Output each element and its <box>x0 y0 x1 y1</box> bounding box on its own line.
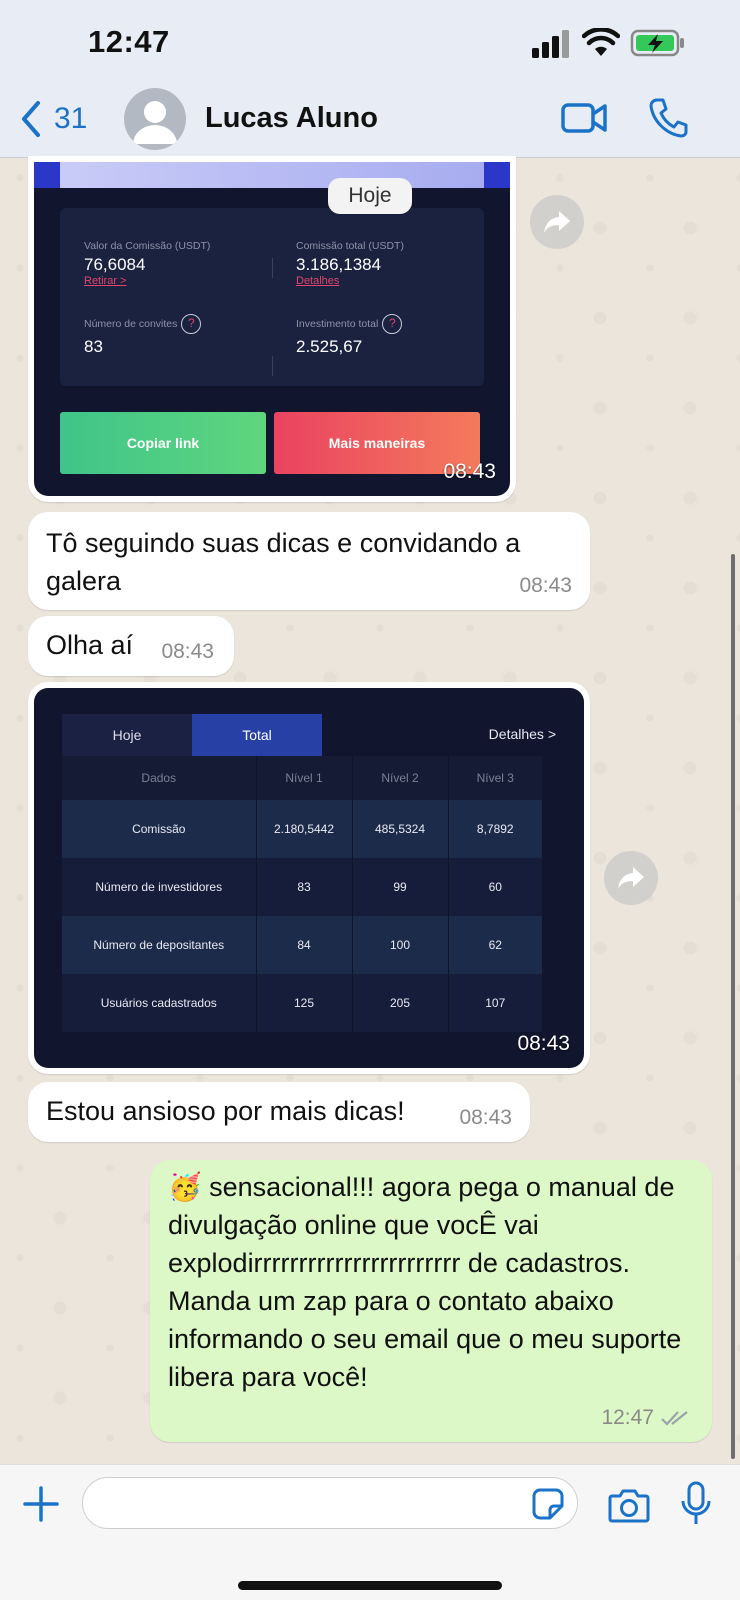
image-message[interactable]: Valor da Comissão (USDT) 76,6084 Retirar… <box>28 156 516 502</box>
column-header: Nível 3 <box>448 756 542 800</box>
column-header: Nível 2 <box>352 756 449 800</box>
withdraw-link: Retirar > <box>84 275 127 287</box>
phone-call-icon[interactable] <box>648 96 688 138</box>
table-cell: Número de depositantes <box>62 916 257 974</box>
message-text: sensacional!!! agora pega o manual de di… <box>168 1172 682 1392</box>
chevron-left-icon <box>22 101 40 137</box>
share-arrow-icon <box>544 211 570 233</box>
table-cell: 485,5324 <box>352 800 449 858</box>
message-time: 12:47 <box>601 1406 654 1429</box>
invites-label: Número de convites <box>84 317 178 330</box>
outgoing-message[interactable]: 🥳 sensacional!!! agora pega o manual de … <box>150 1160 712 1442</box>
screenshot-top-image <box>60 162 484 188</box>
message-time: 08:43 <box>459 1106 512 1129</box>
column-header: Nível 1 <box>256 756 353 800</box>
details-link: Detalhes <box>296 275 340 287</box>
share-arrow-icon <box>618 867 644 889</box>
video-call-icon[interactable] <box>560 100 608 136</box>
double-check-icon <box>661 1411 688 1426</box>
camera-icon[interactable] <box>608 1487 650 1523</box>
wifi-icon <box>582 28 620 56</box>
incoming-message[interactable]: Olha aí 08:43 <box>28 616 234 676</box>
back-button[interactable]: 31 <box>20 100 87 138</box>
plus-icon[interactable] <box>22 1485 60 1523</box>
person-icon <box>133 101 177 144</box>
scrollbar[interactable] <box>731 554 735 1459</box>
table-cell: 8,7892 <box>448 800 542 858</box>
card-divider <box>272 258 273 278</box>
forward-button[interactable] <box>530 195 584 249</box>
chat-header: 31 Lucas Aluno <box>0 78 740 158</box>
total-commission-label: Comissão total (USDT) <box>296 240 404 252</box>
signal-icon <box>532 30 569 58</box>
message-time: 08:43 <box>443 460 496 483</box>
table-cell: 83 <box>256 858 353 916</box>
message-time: 08:43 <box>161 640 214 663</box>
table-cell: Usuários cadastrados <box>62 974 257 1032</box>
investment-value: 2.525,67 <box>296 337 363 356</box>
invites-value: 83 <box>84 337 103 356</box>
unread-count: 31 <box>54 102 88 135</box>
date-pill: Hoje <box>328 178 412 214</box>
table-cell: Número de investidores <box>62 858 257 916</box>
table-row: Usuários cadastrados 125 205 107 <box>62 974 542 1032</box>
help-icon: ? <box>382 314 403 334</box>
tab-today: Hoje <box>62 714 192 756</box>
commission-value: 76,6084 <box>84 255 146 274</box>
column-header: Dados <box>62 756 257 800</box>
image-message[interactable]: Hoje Total Detalhes > Dados Nível 1 Níve… <box>28 682 590 1074</box>
avatar[interactable] <box>124 88 186 150</box>
status-bar: 12:47 <box>0 0 740 88</box>
table-cell: 60 <box>448 858 542 916</box>
battery-charging-icon <box>630 29 684 57</box>
message-time: 08:43 <box>519 574 572 597</box>
incoming-message[interactable]: Tô seguindo suas dicas e convidando a ga… <box>28 512 590 610</box>
sticker-icon[interactable] <box>531 1487 565 1521</box>
message-input[interactable] <box>82 1477 578 1529</box>
table-row: Número de depositantes 84 100 62 <box>62 916 542 974</box>
microphone-icon[interactable] <box>680 1481 712 1527</box>
forward-button[interactable] <box>604 851 658 905</box>
shared-screenshot: Valor da Comissão (USDT) 76,6084 Retirar… <box>34 162 510 496</box>
table-cell: Comissão <box>62 800 257 858</box>
home-indicator[interactable] <box>238 1581 502 1590</box>
help-icon: ? <box>181 314 202 334</box>
table-cell: 125 <box>256 974 353 1032</box>
data-table: Dados Nível 1 Nível 2 Nível 3 Comissão 2… <box>62 756 542 1032</box>
total-commission-value: 3.186,1384 <box>296 255 382 274</box>
incoming-message[interactable]: Estou ansioso por mais dicas! 08:43 <box>28 1082 530 1142</box>
table-header-row: Dados Nível 1 Nível 2 Nível 3 <box>62 756 542 800</box>
table-row: Comissão 2.180,5442 485,5324 8,7892 <box>62 800 542 858</box>
table-cell: 2.180,5442 <box>256 800 353 858</box>
table-row: Número de investidores 83 99 60 <box>62 858 542 916</box>
input-bar <box>0 1464 740 1600</box>
tab-total: Total <box>192 714 322 756</box>
copy-link-button: Copiar link <box>60 412 266 474</box>
table-cell: 107 <box>448 974 542 1032</box>
contact-name[interactable]: Lucas Aluno <box>205 102 378 135</box>
status-time: 12:47 <box>88 24 170 59</box>
message-time: 08:43 <box>517 1032 570 1055</box>
shared-screenshot: Hoje Total Detalhes > Dados Nível 1 Níve… <box>34 688 584 1068</box>
table-cell: 62 <box>448 916 542 974</box>
message-text: Olha aí <box>46 630 134 660</box>
message-text: Tô seguindo suas dicas e convidando a ga… <box>46 528 521 596</box>
party-emoji: 🥳 <box>168 1172 202 1202</box>
table-cell: 84 <box>256 916 353 974</box>
message-text: Estou ansioso por mais dicas! <box>46 1096 405 1126</box>
card-divider <box>272 356 273 376</box>
commission-label: Valor da Comissão (USDT) <box>84 240 211 252</box>
table-cell: 99 <box>352 858 449 916</box>
investment-label: Investimento total <box>296 317 379 330</box>
table-cell: 205 <box>352 974 449 1032</box>
commission-card: Valor da Comissão (USDT) 76,6084 Retirar… <box>60 208 484 386</box>
details-link: Detalhes > <box>488 726 556 742</box>
table-cell: 100 <box>352 916 449 974</box>
